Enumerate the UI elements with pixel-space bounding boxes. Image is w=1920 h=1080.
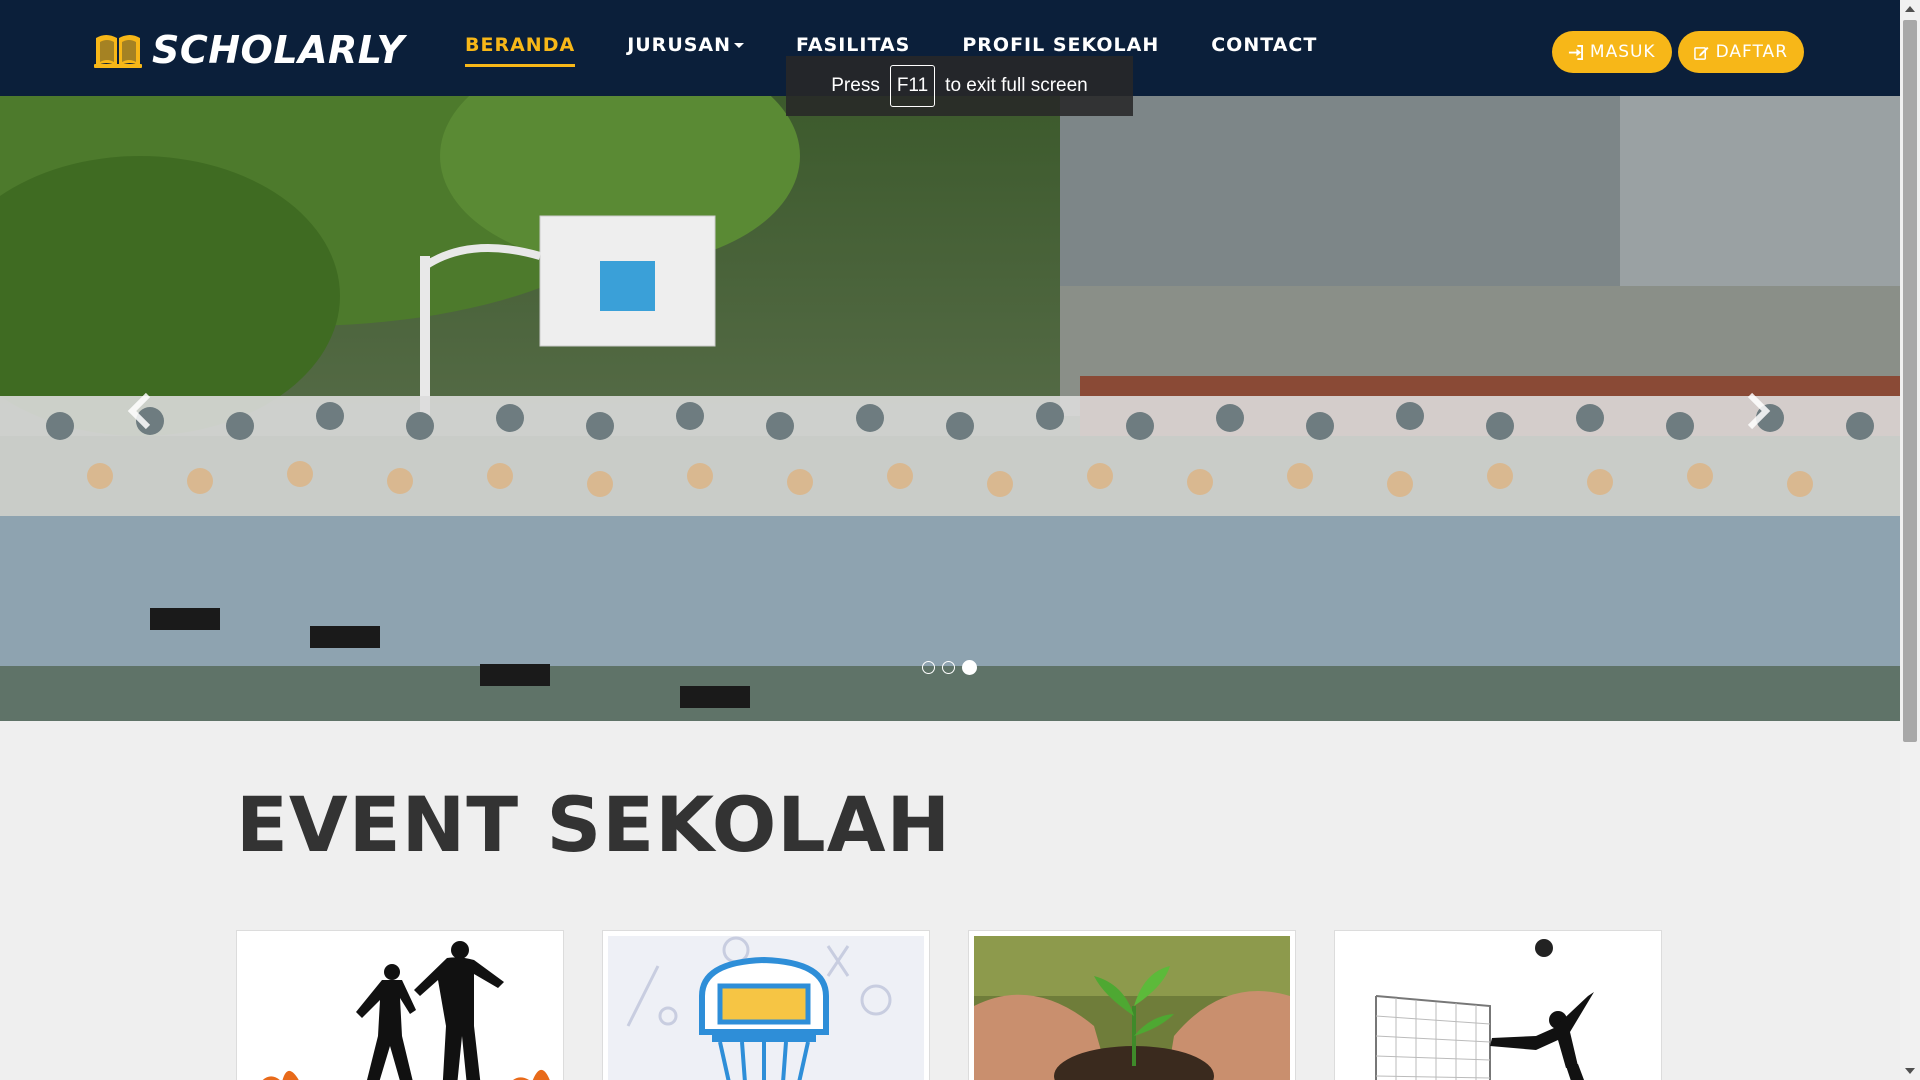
caret-down-icon [734, 43, 745, 48]
nav-item-label: FASILITAS [796, 34, 911, 56]
auth-buttons: MASUK DAFTAR [1551, 31, 1804, 73]
scroll-up-arrow-icon [1905, 6, 1915, 12]
event-cards [236, 930, 1662, 1080]
open-book-icon [94, 35, 142, 68]
carousel-indicator-3[interactable] [962, 660, 977, 675]
event-card[interactable] [1334, 930, 1662, 1080]
edit-icon [1693, 46, 1709, 60]
hint-key: F11 [889, 65, 936, 107]
scroll-up-button[interactable] [1900, 0, 1920, 18]
sign-in-icon [1568, 44, 1583, 60]
daftar-button[interactable]: DAFTAR [1677, 31, 1804, 73]
brand-logo-link[interactable]: SCHOLARLY [94, 28, 405, 72]
carousel-prev-button[interactable] [120, 386, 160, 436]
hero-carousel[interactable] [0, 96, 1900, 721]
fullscreen-exit-hint: Press F11 to exit full screen [786, 56, 1133, 116]
scroll-down-arrow-icon [1905, 1068, 1915, 1074]
futsal-players-image [242, 936, 558, 1080]
event-card[interactable] [968, 930, 1296, 1080]
hint-after-text: to exit full screen [945, 75, 1088, 96]
carousel-slide-image [0, 96, 1900, 721]
nav-item-jurusan[interactable]: JURUSAN [627, 34, 745, 67]
seedling-hands-image [974, 936, 1290, 1080]
page: SCHOLARLY BERANDA JURUSAN FASILITAS PROF… [0, 0, 1920, 1080]
event-card[interactable] [602, 930, 930, 1080]
masuk-button[interactable]: MASUK [1551, 31, 1672, 73]
chevron-left-icon [127, 392, 151, 430]
carousel-next-button[interactable] [1738, 386, 1778, 436]
hint-press-text: Press [831, 75, 880, 96]
nav-item-contact[interactable]: CONTACT [1211, 34, 1317, 67]
brand-name: SCHOLARLY [152, 28, 405, 72]
chevron-right-icon [1747, 392, 1771, 430]
nav-item-beranda[interactable]: BERANDA [465, 34, 576, 67]
carousel-indicator-2[interactable] [942, 661, 955, 674]
scroll-down-button[interactable] [1900, 1062, 1920, 1080]
nav-item-label: CONTACT [1211, 34, 1318, 56]
daftar-label: DAFTAR [1715, 42, 1788, 62]
masuk-label: MASUK [1589, 42, 1656, 62]
scrollbar-thumb[interactable] [1903, 20, 1917, 742]
basketball-hoop-image [608, 936, 924, 1080]
nav-item-label: BERANDA [465, 34, 576, 56]
nav-item-label: JURUSAN [627, 34, 732, 56]
carousel-indicators [922, 660, 977, 675]
event-card[interactable] [236, 930, 564, 1080]
volleyball-player-image [1340, 936, 1656, 1080]
carousel-indicator-1[interactable] [922, 661, 935, 674]
section-title: EVENT SEKOLAH [236, 780, 952, 869]
vertical-scrollbar[interactable] [1900, 0, 1920, 1080]
nav-item-label: PROFIL SEKOLAH [962, 34, 1160, 56]
